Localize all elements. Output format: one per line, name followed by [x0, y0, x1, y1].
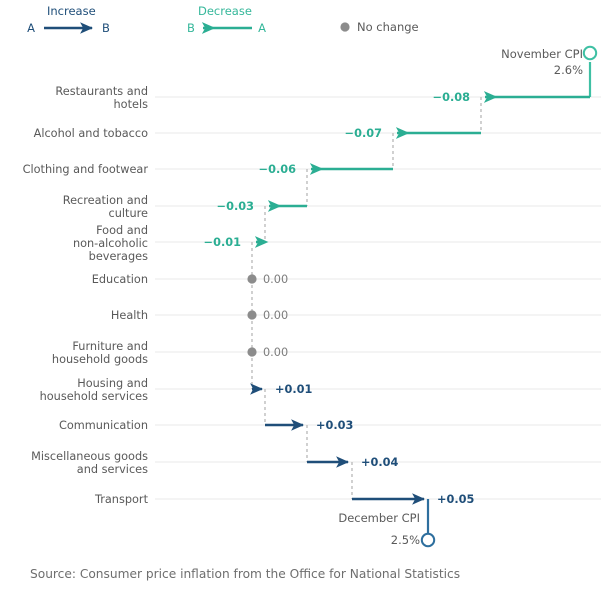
- legend-decrease-title: Decrease: [198, 4, 252, 18]
- value-label-miscellaneous-goods-and-services: +0.04: [361, 456, 398, 469]
- legend-item-increase: Increase A B: [27, 4, 110, 35]
- no-change-dot-icon: [340, 22, 350, 32]
- value-label-food-and-non-alcoholic-beverages: −0.01: [204, 236, 241, 249]
- category-label-food-line3: beverages: [89, 250, 148, 263]
- november-cpi-label: November CPI: [501, 47, 583, 61]
- category-label-communication: Communication: [59, 419, 148, 432]
- value-label-education: 0.00: [263, 273, 288, 286]
- december-cpi-endpoint: December CPI 2.5%: [338, 499, 436, 548]
- category-label-health: Health: [111, 309, 148, 322]
- category-label-furniture-line1: Furniture and: [72, 340, 148, 353]
- value-labels: −0.08 −0.07 −0.06 −0.03 −0.01 0.00 0.00 …: [204, 91, 475, 506]
- legend-no-change-label: No change: [357, 20, 419, 34]
- category-labels: Restaurants and hotels Alcohol and tobac…: [23, 85, 149, 506]
- december-cpi-value: 2.5%: [391, 533, 420, 547]
- category-label-food-line1: Food and: [96, 224, 148, 237]
- category-label-transport: Transport: [94, 493, 149, 506]
- legend-increase-to: B: [102, 21, 110, 35]
- legend-item-no-change: No change: [340, 20, 419, 34]
- value-label-transport: +0.05: [437, 493, 474, 506]
- legend-decrease-from: A: [258, 21, 266, 35]
- december-cpi-circle-icon: [420, 532, 436, 548]
- category-label-furniture-line2: household goods: [52, 353, 148, 366]
- no-change-dot-health-icon: [247, 310, 257, 320]
- category-label-restaurants-and-hotels-line2: hotels: [114, 98, 149, 111]
- category-label-clothing-and-footwear: Clothing and footwear: [23, 163, 149, 176]
- value-label-clothing-and-footwear: −0.06: [259, 163, 296, 176]
- value-label-recreation-and-culture: −0.03: [217, 200, 254, 213]
- legend-item-decrease: Decrease B A: [187, 4, 266, 35]
- category-label-miscellaneous-line2: and services: [77, 463, 148, 476]
- category-label-education: Education: [92, 273, 148, 286]
- no-change-dot-furniture-icon: [247, 347, 257, 357]
- category-label-alcohol-and-tobacco: Alcohol and tobacco: [34, 127, 148, 140]
- value-label-health: 0.00: [263, 309, 288, 322]
- november-cpi-value: 2.6%: [554, 63, 583, 77]
- step-connectors: [251, 97, 482, 499]
- no-change-dot-education-icon: [247, 274, 257, 284]
- category-label-miscellaneous-line1: Miscellaneous goods: [31, 450, 148, 463]
- value-label-furniture-and-household-goods: 0.00: [263, 346, 288, 359]
- value-label-communication: +0.03: [316, 419, 353, 432]
- category-label-recreation-and-culture-line1: Recreation and: [63, 194, 148, 207]
- december-cpi-label: December CPI: [338, 511, 420, 525]
- november-cpi-circle-icon: [582, 45, 598, 61]
- category-label-housing-line1: Housing and: [77, 377, 148, 390]
- gridlines: [155, 96, 601, 500]
- november-cpi-endpoint: November CPI 2.6%: [501, 45, 598, 97]
- legend-decrease-to: B: [187, 21, 195, 35]
- value-label-alcohol-and-tobacco: −0.07: [345, 127, 382, 140]
- legend: Increase A B Decrease B A No change: [27, 4, 419, 35]
- legend-increase-from: A: [27, 21, 35, 35]
- category-label-food-line2: non-alcoholic: [73, 237, 148, 250]
- legend-increase-title: Increase: [47, 4, 96, 18]
- category-label-recreation-and-culture-line2: culture: [109, 207, 148, 220]
- category-label-restaurants-and-hotels-line1: Restaurants and: [55, 85, 148, 98]
- increase-arrows: [250, 383, 426, 505]
- category-label-housing-line2: household services: [40, 390, 149, 403]
- waterfall-chart: Increase A B Decrease B A No change Rest…: [0, 0, 601, 589]
- source-note: Source: Consumer price inflation from th…: [30, 567, 460, 581]
- value-label-housing-and-household-services: +0.01: [275, 383, 312, 396]
- value-label-restaurants-and-hotels: −0.08: [433, 91, 470, 104]
